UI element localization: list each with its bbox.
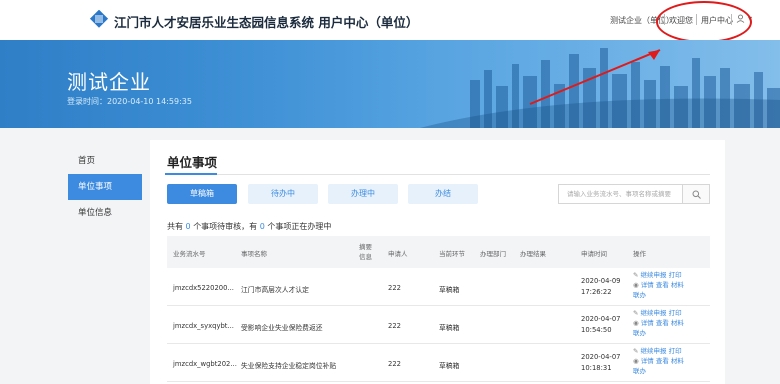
eye-icon: ◉	[633, 319, 639, 327]
matter-name: 江门市高层次人才认定	[241, 286, 309, 294]
matter-name: 受影响企业失业保险费返还	[241, 324, 323, 332]
tab-processing[interactable]: 办理中	[328, 184, 398, 204]
pending-count: 0	[185, 222, 191, 231]
login-time: 登录时间：2020-04-10 14:59:35	[67, 97, 192, 106]
table-header: 业务流水号 事项名称 摘要信息 申请人 当前环节 办理部门 办理结果 申请时间 …	[167, 236, 710, 268]
edit-icon: ✎	[633, 309, 639, 317]
search-icon	[692, 190, 701, 199]
print-link[interactable]: 打印	[669, 271, 682, 279]
column-header: 事项名称	[241, 250, 267, 258]
matter-name: 失业保险支持企业稳定岗位补贴	[241, 362, 337, 370]
eye-icon: ◉	[633, 357, 639, 365]
annotation-ellipse	[656, 1, 752, 43]
serial-number[interactable]: jmzcdx_wgbt202...	[173, 360, 237, 368]
details-link[interactable]: 详情	[641, 319, 654, 327]
materials-link[interactable]: 材料	[671, 281, 684, 289]
top-header: 江门市人才安居乐业生态园信息系统 用户中心（单位） 测试企业（单位） 欢迎您 用…	[0, 0, 780, 43]
edit-icon: ✎	[633, 347, 639, 355]
serial-number[interactable]: jmzcdx_syxqybt...	[173, 322, 234, 330]
search-button[interactable]	[682, 184, 710, 204]
current-stage: 草稿箱	[439, 324, 460, 332]
serial-number[interactable]: jmzcdx5220200...	[173, 284, 234, 292]
search-input[interactable]: 请输入业务流水号、事项名称或摘要	[558, 184, 682, 204]
title-divider	[165, 174, 710, 175]
title-accent-bar	[165, 173, 217, 175]
tab-completed[interactable]: 办结	[408, 184, 478, 204]
processing-count: 0	[259, 222, 265, 231]
joint-handling-link[interactable]: 联办	[633, 367, 646, 375]
continue-apply-link[interactable]: 继续申报	[641, 347, 667, 355]
joint-handling-link[interactable]: 联办	[633, 329, 646, 337]
column-header: 操作	[633, 250, 646, 258]
column-header: 申请人	[388, 250, 408, 258]
materials-link[interactable]: 材料	[671, 319, 684, 327]
view-link[interactable]: 查看	[656, 281, 669, 289]
sidebar-item-unit-matters[interactable]: 单位事项	[68, 174, 142, 200]
current-stage: 草稿箱	[439, 286, 460, 294]
column-header: 申请时间	[581, 250, 607, 258]
materials-link[interactable]: 材料	[671, 357, 684, 365]
column-header: 办理部门	[480, 250, 506, 258]
apply-time: 2020-04-07 10:54:50	[581, 315, 621, 334]
row-actions: ✎ 继续申报 打印 ◉ 详情 查看 材料 联办	[633, 308, 695, 338]
sidebar-item-unit-info[interactable]: 单位信息	[68, 200, 142, 226]
apply-time: 2020-04-07 10:18:31	[581, 353, 621, 372]
column-header: 办理结果	[520, 250, 546, 258]
tab-pending[interactable]: 待办中	[248, 184, 318, 204]
tab-drafts[interactable]: 草稿箱	[167, 184, 237, 204]
column-header: 当前环节	[439, 250, 465, 258]
current-stage: 草稿箱	[439, 362, 460, 370]
sidebar-item-home[interactable]: 首页	[68, 148, 142, 174]
joint-handling-link[interactable]: 联办	[633, 291, 646, 299]
row-actions: ✎ 继续申报 打印 ◉ 详情 查看 材料 联办	[633, 270, 695, 300]
apply-time: 2020-04-09 17:26:22	[581, 277, 621, 296]
summary-part: 个事项待审核，有	[193, 222, 258, 231]
table-row: jmzcdx_wgbt202... 失业保险支持企业稳定岗位补贴 222 草稿箱…	[167, 344, 710, 382]
view-link[interactable]: 查看	[656, 319, 669, 327]
continue-apply-link[interactable]: 继续申报	[641, 271, 667, 279]
applicant: 222	[388, 322, 401, 330]
table-row: jmzcdx_syxqybt... 受影响企业失业保险费返还 222 草稿箱 2…	[167, 306, 710, 344]
summary-part: 共有	[167, 222, 183, 231]
column-header: 摘要信息	[359, 243, 372, 261]
logo-icon	[90, 10, 108, 28]
column-header: 业务流水号	[173, 250, 206, 258]
details-link[interactable]: 详情	[641, 281, 654, 289]
table-row: jmzcdx5220200... 江门市高层次人才认定 222 草稿箱 2020…	[167, 268, 710, 306]
sidebar: 首页 单位事项 单位信息	[68, 146, 142, 246]
company-name: 测试企业	[67, 70, 151, 94]
view-link[interactable]: 查看	[656, 357, 669, 365]
edit-icon: ✎	[633, 271, 639, 279]
print-link[interactable]: 打印	[669, 309, 682, 317]
eye-icon: ◉	[633, 281, 639, 289]
applicant: 222	[388, 360, 401, 368]
summary-part: 个事项正在办理中	[267, 222, 332, 231]
system-title: 江门市人才安居乐业生态园信息系统 用户中心（单位）	[114, 15, 419, 30]
page-title: 单位事项	[167, 155, 218, 170]
continue-apply-link[interactable]: 继续申报	[641, 309, 667, 317]
details-link[interactable]: 详情	[641, 357, 654, 365]
row-actions: ✎ 继续申报 打印 ◉ 详情 查看 材料 联办	[633, 346, 695, 376]
applicant: 222	[388, 284, 401, 292]
print-link[interactable]: 打印	[669, 347, 682, 355]
summary-text: 共有 0 个事项待审核，有 0 个事项正在办理中	[167, 221, 331, 232]
